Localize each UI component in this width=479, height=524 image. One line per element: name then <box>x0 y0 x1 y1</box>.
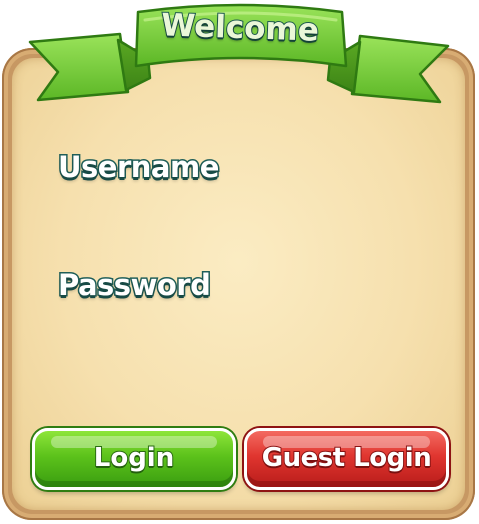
password-input[interactable] <box>56 316 426 358</box>
guest-login-button[interactable]: Guest Login <box>244 428 449 490</box>
username-label: Username <box>57 149 221 186</box>
guest-login-button-label: Guest Login <box>261 442 433 474</box>
page-title: Welcome <box>160 6 321 49</box>
password-label: Password <box>56 267 212 304</box>
login-button[interactable]: Login <box>32 428 236 490</box>
ribbon-left-tail <box>28 32 130 102</box>
login-dialog: Welcome Username Password Login Guest Lo… <box>0 0 479 524</box>
login-button-label: Login <box>93 442 175 474</box>
username-input[interactable] <box>56 198 426 240</box>
ribbon-right-tail <box>350 34 450 104</box>
